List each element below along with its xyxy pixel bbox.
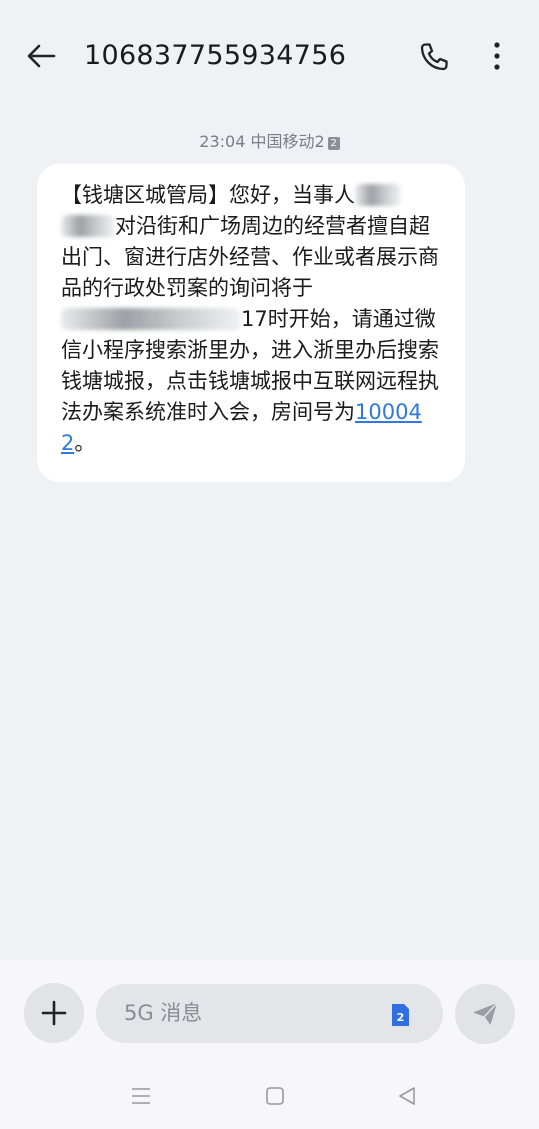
app-header: 106837755934756 xyxy=(0,0,539,112)
send-icon xyxy=(473,1002,498,1025)
redacted-name-2 xyxy=(61,215,115,237)
timestamp-time: 23:04 xyxy=(199,132,246,151)
send-button[interactable] xyxy=(455,984,515,1044)
nav-menu-button[interactable] xyxy=(129,1084,153,1108)
message-bubble[interactable]: 【钱塘区城管局】您好，当事人对沿街和广场周边的经营者擅自超出门、窗进行店外经营、… xyxy=(37,164,465,482)
call-button[interactable] xyxy=(417,40,451,74)
nav-back-button[interactable] xyxy=(395,1084,419,1108)
message-input-placeholder: 5G 消息 xyxy=(124,1001,203,1025)
redacted-date xyxy=(61,308,241,330)
message-part-4: 。 xyxy=(74,431,96,455)
sender-number: 106837755934756 xyxy=(84,40,347,71)
menu-icon xyxy=(132,1088,150,1104)
phone-icon xyxy=(420,43,448,71)
plus-icon xyxy=(41,1000,67,1026)
arrow-left-icon xyxy=(27,44,56,68)
more-options-button[interactable] xyxy=(480,38,514,74)
back-button[interactable] xyxy=(24,38,60,74)
more-vertical-icon xyxy=(494,42,500,70)
message-part-2: 对沿街和广场周边的经营者擅自超出门、窗进行店外经营、作业或者展示商品的行政处罚案… xyxy=(61,214,439,300)
sim-card-icon[interactable]: 2 xyxy=(389,1003,411,1027)
timestamp-carrier: 中国移动2 xyxy=(250,132,325,151)
message-input[interactable]: 5G 消息 2 xyxy=(96,984,443,1043)
message-part-1: 【钱塘区城管局】您好，当事人 xyxy=(61,183,355,207)
triangle-back-icon xyxy=(399,1087,415,1105)
sim-card-label: 2 xyxy=(397,1011,405,1024)
square-icon xyxy=(266,1087,284,1105)
message-timestamp: 23:04 中国移动2 2 xyxy=(0,128,539,152)
message-text: 【钱塘区城管局】您好，当事人对沿街和广场周边的经营者擅自超出门、窗进行店外经营、… xyxy=(61,180,441,459)
system-nav-bar xyxy=(0,1076,539,1116)
add-attachment-button[interactable] xyxy=(24,983,84,1043)
sim-card-badge: 2 xyxy=(327,137,340,150)
redacted-name-1 xyxy=(355,184,401,206)
nav-home-button[interactable] xyxy=(263,1084,287,1108)
